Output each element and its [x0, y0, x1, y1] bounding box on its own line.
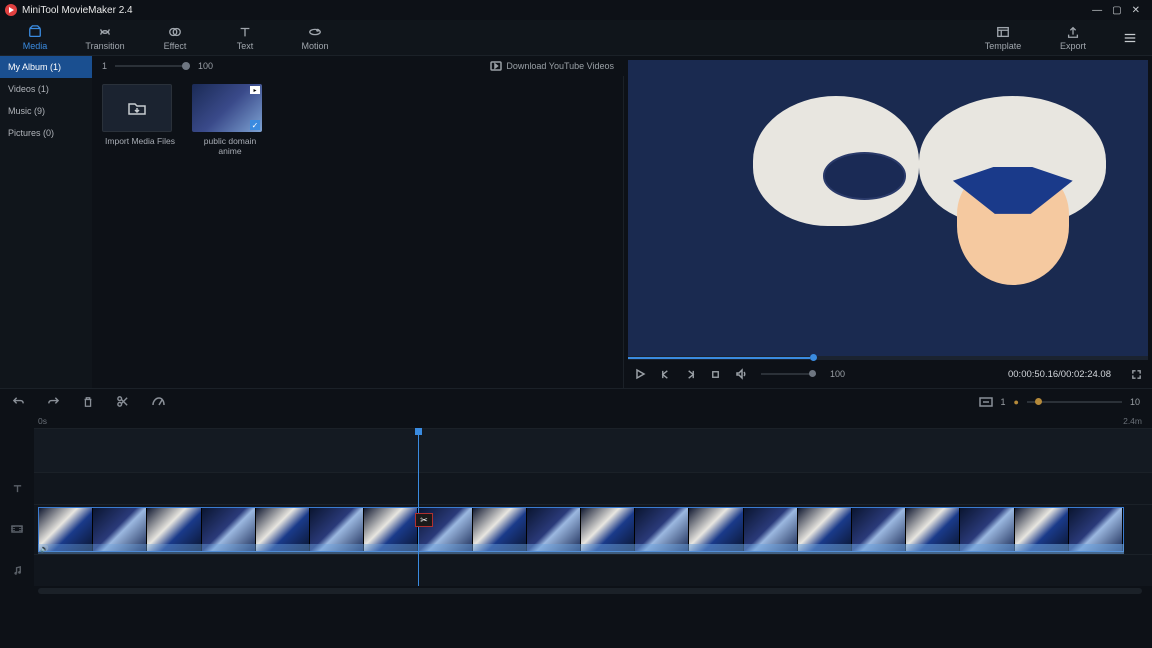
media-header: 1 100 Download YouTube Videos — [92, 56, 624, 76]
preview-panel: 100 00:00:50.16/00:02:24.08 — [624, 56, 1152, 388]
volume-value: 100 — [830, 369, 845, 379]
main-toolbar: Media Transition Effect Text Motion Temp… — [0, 20, 1152, 56]
zoom-min: 1 — [1001, 397, 1006, 407]
play-button[interactable] — [634, 368, 646, 380]
menu-button[interactable] — [1108, 31, 1152, 45]
media-clip-item[interactable]: ▸ ✓ public domain anime — [192, 84, 268, 156]
check-icon: ✓ — [250, 120, 260, 130]
text-track[interactable] — [34, 472, 1152, 504]
app-logo-icon — [4, 3, 18, 17]
undo-button[interactable] — [12, 395, 25, 408]
timeline-toolbar: 1 ● 10 — [0, 388, 1152, 414]
volume-icon[interactable] — [735, 368, 747, 380]
thumb-size-slider[interactable] — [115, 65, 190, 67]
media-grid: Import Media Files ▸ ✓ public domain ani… — [92, 76, 624, 388]
tab-label: Effect — [164, 41, 187, 51]
fullscreen-button[interactable] — [1131, 369, 1142, 380]
preview-frame — [628, 60, 1148, 356]
zoom-max: 10 — [1130, 397, 1140, 407]
timeline-scrollbar[interactable] — [0, 586, 1152, 596]
time-display: 00:00:50.16/00:02:24.08 — [1008, 369, 1111, 380]
sidebar-item-my-album[interactable]: My Album (1) — [0, 56, 92, 78]
timeline: 0s 2.4m 🔊 ✂ — [0, 414, 1152, 596]
sidebar-item-pictures[interactable]: Pictures (0) — [0, 122, 92, 144]
split-marker[interactable]: ✂ — [415, 513, 433, 527]
track-empty-top[interactable] — [34, 428, 1152, 472]
tab-label: Text — [237, 41, 254, 51]
titlebar: MiniTool MovieMaker 2.4 — ▢ ✕ — [0, 0, 1152, 20]
next-frame-button[interactable] — [685, 369, 696, 380]
seek-bar[interactable] — [628, 356, 1148, 360]
thumb-size-max: 100 — [198, 61, 213, 71]
export-button[interactable]: Export — [1038, 25, 1108, 51]
thumb-size-min: 1 — [102, 61, 107, 71]
close-button[interactable]: ✕ — [1132, 5, 1140, 16]
audio-waveform: 🔊 — [38, 544, 1124, 554]
tool-label: Export — [1060, 41, 1086, 51]
prev-frame-button[interactable] — [660, 369, 671, 380]
maximize-button[interactable]: ▢ — [1112, 5, 1121, 16]
template-button[interactable]: Template — [968, 25, 1038, 51]
preview-viewport[interactable] — [628, 60, 1148, 356]
tab-motion[interactable]: Motion — [280, 20, 350, 55]
import-media-button[interactable]: Import Media Files — [102, 84, 178, 146]
speaker-icon: 🔊 — [40, 545, 49, 553]
tool-label: Template — [985, 41, 1022, 51]
video-track-icon — [0, 504, 34, 554]
tab-text[interactable]: Text — [210, 20, 280, 55]
tab-label: Media — [23, 41, 48, 51]
media-sidebar: My Album (1) Videos (1) Music (9) Pictur… — [0, 56, 92, 388]
timeline-ruler[interactable]: 0s 2.4m — [0, 414, 1152, 428]
download-youtube-link[interactable]: Download YouTube Videos — [490, 61, 614, 71]
stop-button[interactable] — [710, 369, 721, 380]
tab-label: Motion — [301, 41, 328, 51]
delete-button[interactable] — [82, 396, 94, 408]
fit-timeline-button[interactable] — [979, 397, 993, 407]
tab-label: Transition — [85, 41, 124, 51]
music-track-icon — [0, 554, 34, 586]
tab-media[interactable]: Media — [0, 20, 70, 55]
playhead[interactable] — [418, 428, 419, 586]
zoom-slider[interactable] — [1027, 401, 1122, 403]
sidebar-item-music[interactable]: Music (9) — [0, 100, 92, 122]
minimize-button[interactable]: — — [1092, 5, 1102, 16]
app-title: MiniTool MovieMaker 2.4 — [22, 5, 133, 16]
speed-button[interactable] — [151, 395, 165, 409]
video-track[interactable]: 🔊 — [34, 504, 1152, 554]
volume-slider[interactable] — [761, 373, 816, 375]
tab-transition[interactable]: Transition — [70, 20, 140, 55]
music-track[interactable] — [34, 554, 1152, 586]
sidebar-item-videos[interactable]: Videos (1) — [0, 78, 92, 100]
split-button[interactable] — [116, 395, 129, 408]
video-indicator-icon: ▸ — [250, 86, 260, 94]
text-track-icon — [0, 472, 34, 504]
tab-effect[interactable]: Effect — [140, 20, 210, 55]
redo-button[interactable] — [47, 395, 60, 408]
